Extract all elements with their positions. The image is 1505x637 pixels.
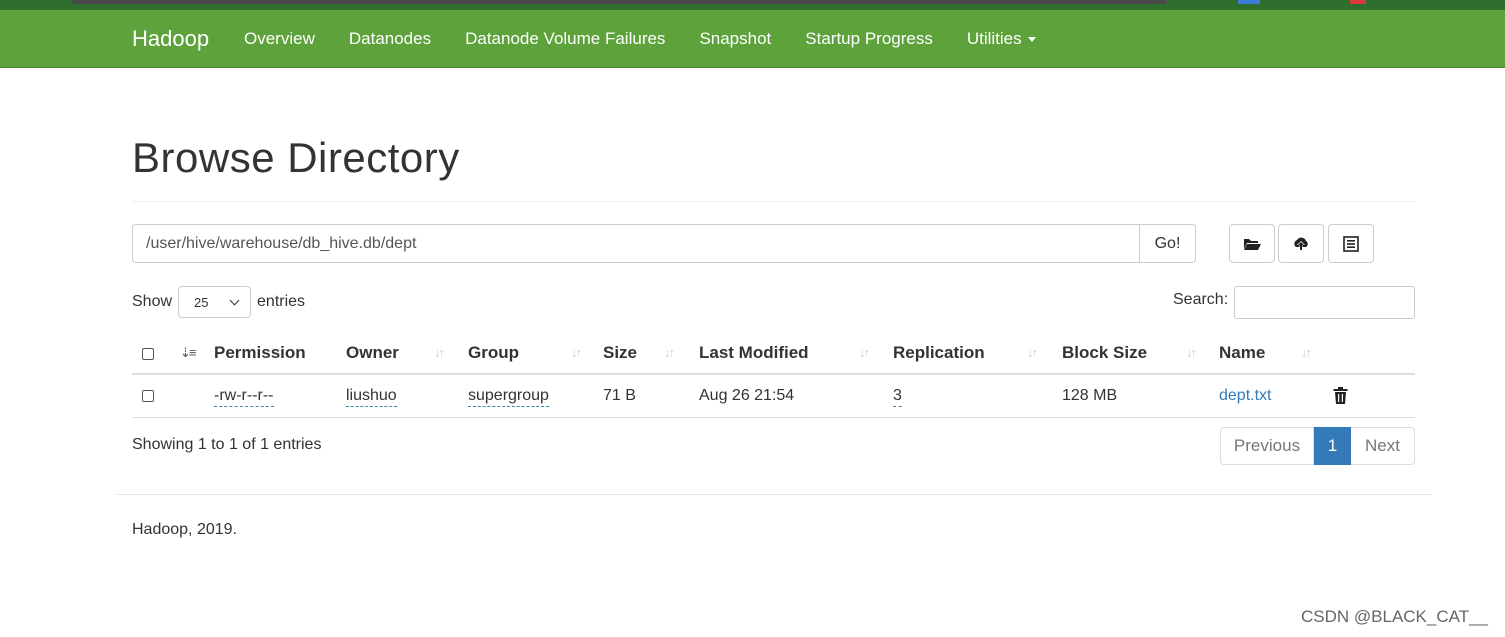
page-1-button[interactable]: 1 <box>1314 427 1351 465</box>
col-block-size[interactable]: Block Size ↓↑ <box>1062 333 1219 375</box>
sort-icon: ↓↑ <box>434 345 445 360</box>
table-header-row: ⇣≡ Permission ↓↑ Owner ↓↑ Group ↓↑ Size … <box>132 333 1415 375</box>
select-all-checkbox[interactable] <box>142 347 154 360</box>
search-input[interactable] <box>1234 286 1415 319</box>
pagination: Previous 1 Next <box>1220 427 1415 465</box>
table-row: -rw-r--r-- liushuo supergroup 71 B Aug 2… <box>132 374 1415 418</box>
go-button[interactable]: Go! <box>1140 224 1196 263</box>
col-owner[interactable]: Owner ↓↑ <box>346 333 468 375</box>
size-cell: 71 B <box>603 374 699 418</box>
row-select-cell <box>132 374 180 418</box>
replication-value[interactable]: 3 <box>893 386 902 407</box>
sort-icon: ↓↑ <box>1027 345 1038 360</box>
group-cell: supergroup <box>468 374 603 418</box>
sort-icon: ↓↑ <box>571 345 582 360</box>
entries-length-control: Show 25 entries <box>132 286 305 318</box>
footer-copyright: Hadoop, 2019. <box>132 521 237 538</box>
permission-value[interactable]: -rw-r--r-- <box>214 386 274 407</box>
row-checkbox[interactable] <box>142 389 154 402</box>
group-value[interactable]: supergroup <box>468 386 549 407</box>
browser-indicator-red <box>1350 0 1366 4</box>
cloud-upload-icon <box>1294 237 1308 250</box>
chevron-down-icon <box>229 295 240 306</box>
col-last-modified[interactable]: Last Modified ↓↑ <box>699 333 893 375</box>
entries-select-value: 25 <box>194 294 209 310</box>
page-title: Browse Directory <box>132 134 460 181</box>
col-block-size-label: Block Size <box>1062 343 1148 362</box>
replication-cell: 3 <box>893 374 1062 418</box>
files-table: ⇣≡ Permission ↓↑ Owner ↓↑ Group ↓↑ Size … <box>132 333 1415 418</box>
col-actions <box>1333 333 1415 375</box>
col-group[interactable]: Group ↓↑ <box>468 333 603 375</box>
upload-button[interactable] <box>1278 224 1324 263</box>
previous-button[interactable]: Previous <box>1220 427 1314 465</box>
select-all-header: ⇣≡ <box>132 333 197 375</box>
nav-links: Overview Datanodes Datanode Volume Failu… <box>244 10 1070 68</box>
last-modified-cell: Aug 26 21:54 <box>699 374 893 418</box>
nav-datanodes[interactable]: Datanodes <box>349 10 431 68</box>
col-last-modified-label: Last Modified <box>699 343 809 362</box>
browser-indicator-blue <box>1238 0 1260 4</box>
col-replication[interactable]: Replication ↓↑ <box>893 333 1062 375</box>
file-name-link[interactable]: dept.txt <box>1219 387 1271 404</box>
actions-cell <box>1333 374 1415 418</box>
col-size-label: Size <box>603 343 638 362</box>
sort-icon: ↓↑ <box>859 345 870 360</box>
list-alt-icon <box>1343 235 1359 252</box>
nav-snapshot[interactable]: Snapshot <box>699 10 771 68</box>
name-cell: dept.txt <box>1219 374 1333 418</box>
entries-label: entries <box>257 293 306 310</box>
sort-icon: ↓↑ <box>664 345 675 360</box>
show-label: Show <box>132 293 173 310</box>
nav-utilities-label: Utilities <box>966 29 1022 48</box>
col-name-label: Name <box>1219 343 1266 362</box>
entries-select[interactable]: 25 <box>178 286 252 318</box>
browser-top-strip <box>0 0 1505 10</box>
navbar: Hadoop Overview Datanodes Datanode Volum… <box>0 10 1505 68</box>
col-size[interactable]: Size ↓↑ <box>603 333 699 375</box>
block-size-cell: 128 MB <box>1062 374 1219 418</box>
title-divider <box>132 201 1415 202</box>
nav-startup-progress[interactable]: Startup Progress <box>805 10 933 68</box>
col-name[interactable]: Name ↓↑ <box>1219 333 1333 375</box>
col-permission[interactable]: Permission ↓↑ <box>180 333 357 375</box>
path-form: Go! <box>132 224 1196 263</box>
nav-utilities-dropdown[interactable]: Utilities <box>967 10 1036 68</box>
sort-icon: ↓↑ <box>1301 345 1312 360</box>
permission-cell: -rw-r--r-- <box>180 374 346 418</box>
caret-down-icon <box>1027 37 1036 43</box>
next-button[interactable]: Next <box>1351 427 1415 465</box>
nav-overview[interactable]: Overview <box>244 10 315 68</box>
nav-datanode-volume-failures[interactable]: Datanode Volume Failures <box>465 10 665 68</box>
trash-icon <box>1333 387 1348 405</box>
sort-icon: ↓↑ <box>1186 345 1197 360</box>
col-owner-label: Owner <box>346 343 399 362</box>
owner-value[interactable]: liushuo <box>346 386 397 407</box>
col-group-label: Group <box>468 343 519 362</box>
col-permission-label: Permission <box>214 343 306 362</box>
directory-path-input[interactable] <box>132 224 1140 263</box>
watermark: CSDN @BLACK_CAT__ <box>1301 607 1488 626</box>
table-info: Showing 1 to 1 of 1 entries <box>132 436 322 453</box>
brand-link[interactable]: Hadoop <box>132 10 209 68</box>
browser-tab-bar <box>72 0 1167 4</box>
footer-divider <box>116 494 1432 495</box>
delete-button[interactable] <box>1333 387 1348 405</box>
owner-cell: liushuo <box>346 374 468 418</box>
col-replication-label: Replication <box>893 343 985 362</box>
create-directory-button[interactable] <box>1229 224 1275 263</box>
cut-paste-button[interactable] <box>1328 224 1374 263</box>
folder-open-icon <box>1244 238 1261 250</box>
search-label: Search: <box>1173 291 1229 308</box>
